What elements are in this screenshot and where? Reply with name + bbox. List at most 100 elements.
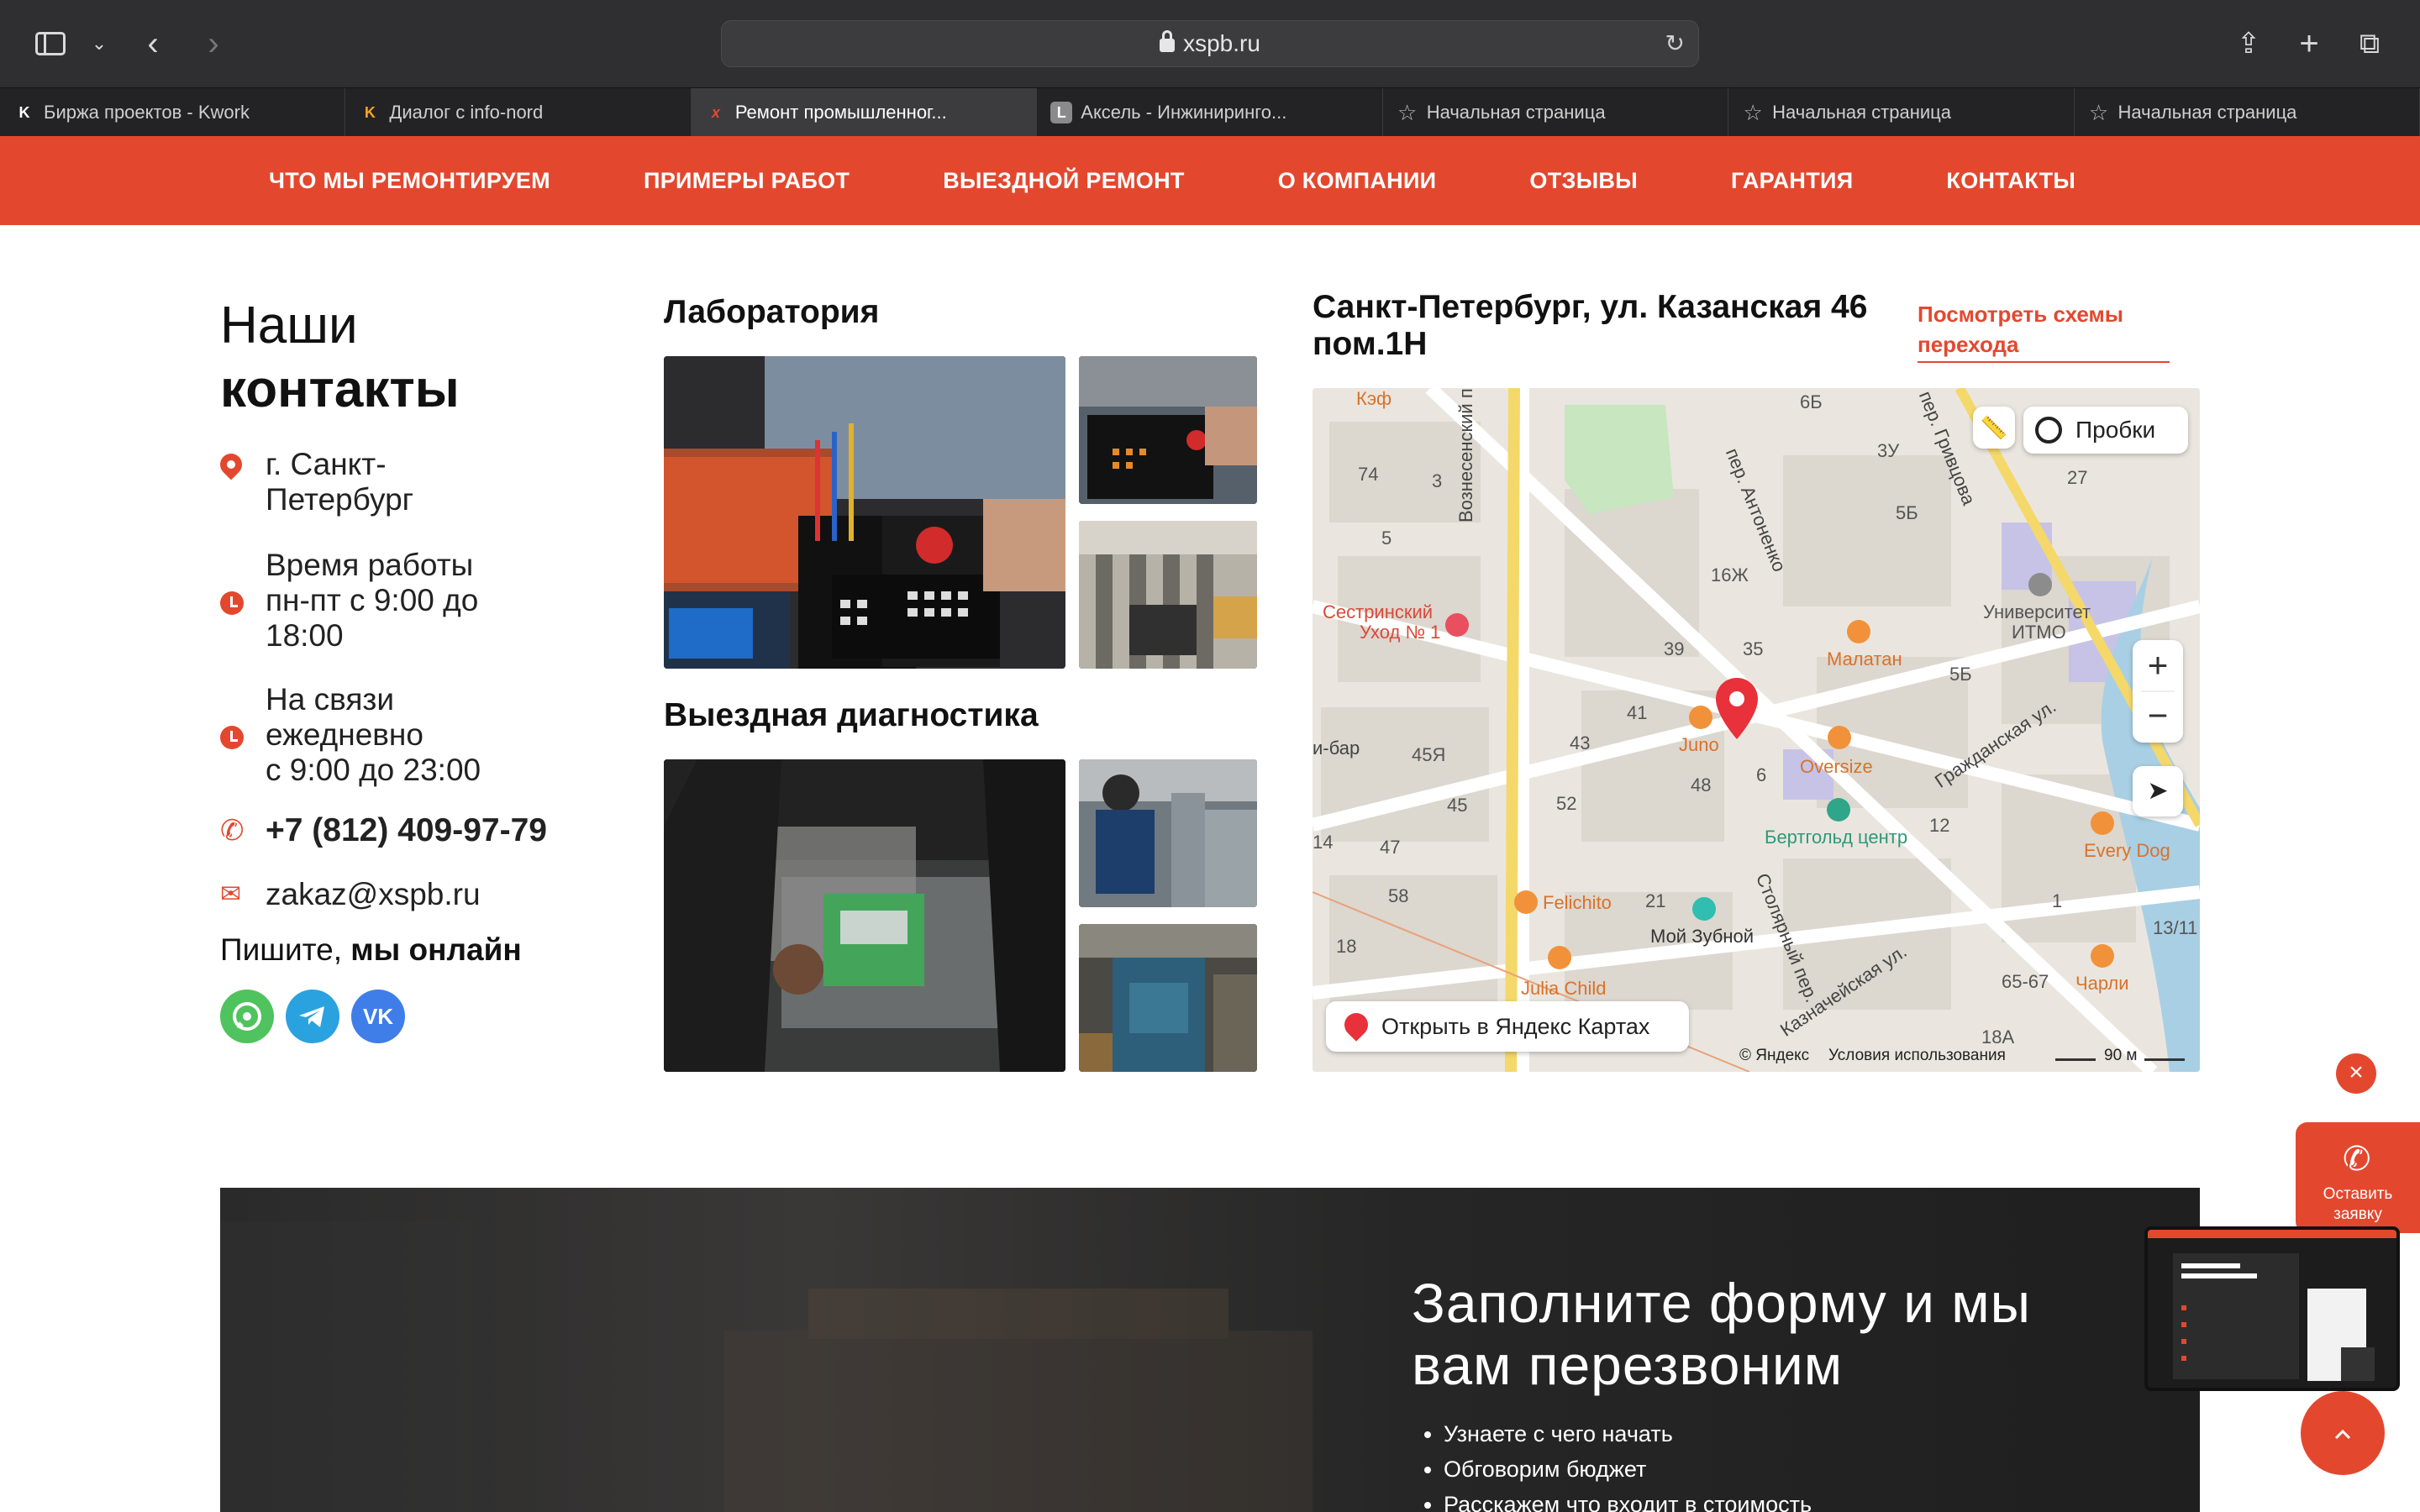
map-label: 27 [2067,467,2088,488]
forward-icon[interactable]: › [195,25,232,62]
field-photo-3[interactable] [1079,924,1257,1072]
email-link[interactable]: zakaz@xspb.ru [266,877,481,912]
star-icon: ☆ [1397,100,1418,125]
nav-warranty[interactable]: ГАРАНТИЯ [1731,136,1853,225]
map-label: 39 [1664,638,1685,659]
bullet-item: Обговорим бюджет [1444,1452,1812,1487]
map-label: Juno [1679,734,1719,755]
map-label: Малатан [1827,648,1902,669]
map-label: 5 [1381,528,1392,549]
map-terms-link[interactable]: Условия использования [1828,1047,2006,1065]
contacts-title: Наши контакты [220,294,460,422]
xspb-icon: x [711,104,720,121]
tab-aksel[interactable]: L Аксель - Инжиниринго... [1037,88,1383,137]
map-label: Мой Зубной [1650,926,1754,947]
lab-photo-3[interactable] [1079,521,1257,669]
map-label: Чарли [2075,973,2129,994]
lab-photo-main[interactable] [664,356,1065,669]
tab-start-2[interactable]: ☆ Начальная страница [1728,88,2075,137]
scale-bar [2055,1058,2096,1061]
back-icon[interactable]: ‹ [134,25,171,62]
sidebar-icon[interactable] [32,25,69,62]
map-label: ИТМО [2012,622,2066,643]
kwork-icon: K [18,104,30,121]
telegram-icon[interactable] [286,990,339,1043]
address-bar[interactable]: xspb.ru ↻ [721,20,1699,67]
vk-icon[interactable]: VK [351,990,405,1043]
bullet-item: Расскажем что входит в стоимость [1444,1487,1812,1512]
map-label: 74 [1358,464,1379,485]
map-label: Julia Child [1521,978,1607,999]
zoom-in-icon[interactable]: + [2133,640,2183,690]
tab-label: Диалог с info-nord [389,102,544,123]
yandex-pin-icon [1339,1008,1373,1042]
star-icon: ☆ [1743,100,1763,125]
map-label: 5Б [1949,664,1972,685]
geolocation-icon[interactable]: ➤ [2133,766,2183,816]
lock-icon [1160,30,1176,52]
map-label: Бертгольд центр [1765,827,1908,848]
tab-dialog[interactable]: K Диалог с info-nord [345,88,692,137]
yandex-map[interactable]: Кэф Сестринский Уход № 1 Вознесенский пр… [1313,388,2200,1072]
phone-icon: ✆ [2343,1141,2371,1178]
traffic-button[interactable]: Пробки [2023,407,2188,454]
open-yandex-button[interactable]: Открыть в Яндекс Картах [1326,1001,1689,1052]
map-label: 14 [1313,832,1334,853]
map-label: Университет [1983,601,2091,622]
map-scale: 90 м [2104,1047,2138,1064]
tab-start-3[interactable]: ☆ Начальная страница [2075,88,2420,137]
clock-icon [220,726,244,749]
map-label: и-бар [1313,738,1360,759]
tab-label: Начальная страница [2118,102,2297,123]
contact-email[interactable]: ✉ zakaz@xspb.ru [220,877,481,912]
map-label: 12 [1929,815,1950,836]
schemes-link[interactable]: Посмотреть схемы перехода [1918,299,2170,363]
tab-xspb[interactable]: x Ремонт промышленног... [691,88,1038,137]
lab-photo-2[interactable] [1079,356,1257,504]
traffic-label: Пробки [2075,417,2156,443]
map-label: 65-67 [2002,971,2049,992]
ruler-icon[interactable]: 📏 [1973,407,2015,449]
nav-about[interactable]: О КОМПАНИИ [1278,136,1437,225]
field-photo-2[interactable] [1079,759,1257,907]
page-preview-thumbnail[interactable] [2144,1226,2400,1391]
close-widget-button[interactable]: × [2336,1053,2376,1094]
traffic-icon [2035,417,2062,444]
tab-label: Аксель - Инжиниринго... [1081,102,1287,123]
new-tab-icon[interactable]: + [2291,25,2328,62]
online-hours: с 9:00 до 23:00 [266,753,481,787]
scroll-up-button[interactable] [2301,1391,2385,1475]
contact-city: г. Санкт-Петербург [215,447,459,517]
location-pin-icon [215,449,247,480]
nav-field-repair[interactable]: ВЫЕЗДНОЙ РЕМОНТ [943,136,1185,225]
url-text: xspb.ru [1183,30,1260,56]
callback-section: Заполните форму и мы вам перезвоним Узна… [220,1188,2200,1512]
tab-start-1[interactable]: ☆ Начальная страница [1383,88,1729,137]
online-title: На связи ежедневно [266,682,424,752]
chevron-down-icon[interactable]: ⌄ [81,25,118,62]
map-label: Oversize [1800,756,1873,777]
zoom-control: + − [2133,640,2183,743]
nav-what-we-repair[interactable]: ЧТО МЫ РЕМОНТИРУЕМ [269,136,550,225]
whatsapp-icon[interactable] [220,990,274,1043]
request-call-button[interactable]: ✆ Оставить заявку [2296,1122,2420,1233]
nav-examples[interactable]: ПРИМЕРЫ РАБОТ [644,136,850,225]
scale-bar [2144,1058,2185,1061]
tab-kwork[interactable]: K Биржа проектов - Kwork [0,88,346,137]
nav-reviews[interactable]: ОТЗЫВЫ [1529,136,1638,225]
title-bold: контакты [220,360,460,418]
title-light: Наши [220,297,358,354]
nav-contacts[interactable]: КОНТАКТЫ [1946,136,2075,225]
reload-icon[interactable]: ↻ [1665,21,1685,66]
map-label: 6 [1756,764,1767,785]
clock-icon [220,591,244,615]
field-photo-main[interactable] [664,759,1065,1072]
hours-text: пн-пт с 9:00 до 18:00 [266,583,479,653]
contact-phone[interactable]: ✆ +7 (812) 409-97-79 [220,813,547,848]
zoom-out-icon[interactable]: − [2133,692,2183,743]
map-label: Кэф [1356,388,1392,409]
map-label: 16Ж [1711,564,1749,585]
tab-overview-icon[interactable]: ⧉ [2351,25,2388,62]
phone-number[interactable]: +7 (812) 409-97-79 [266,813,547,848]
share-icon[interactable]: ⇪ [2230,25,2267,62]
